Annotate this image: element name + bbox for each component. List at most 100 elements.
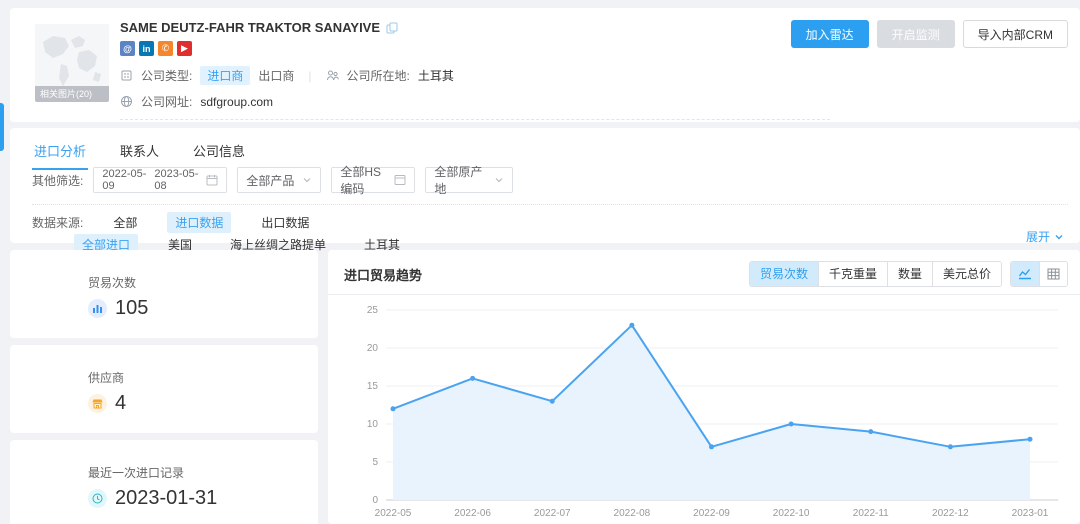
trend-chart-card: 进口贸易趋势 贸易次数 千克重量 数量 美元总价 0 5 10 15 20 25 2022-… <box>328 250 1080 524</box>
sidebar-accent-bar <box>0 103 4 151</box>
metric-usd-button[interactable]: 美元总价 <box>932 262 1001 286</box>
analysis-section-card: 进口分析 联系人 公司信息 其他筛选: 2022-05-09 2023-05-0… <box>10 128 1080 243</box>
youtube-icon[interactable]: ▶ <box>177 41 192 56</box>
building-icon <box>120 69 133 82</box>
x-tick-label: 2022-11 <box>853 508 889 519</box>
suppliers-label: 供应商 <box>88 369 318 386</box>
company-header-card: 相关图片(20) SAME DEUTZ-FAHR TRAKTOR SANAYIV… <box>10 8 1080 122</box>
tab-contacts[interactable]: 联系人 <box>118 132 161 170</box>
dashed-divider <box>120 119 830 120</box>
source-option-export[interactable]: 出口数据 <box>253 212 317 233</box>
chart-controls: 贸易次数 千克重量 数量 美元总价 <box>749 261 1068 287</box>
hs-code-select[interactable]: 全部HS编码 <box>331 167 415 193</box>
data-point <box>550 399 555 404</box>
data-point <box>470 376 475 381</box>
expand-toggle[interactable]: 展开 <box>1026 228 1064 245</box>
importer-tag: 进口商 <box>200 66 250 85</box>
x-tick-label: 2023-01 <box>1012 508 1049 519</box>
data-point <box>868 429 873 434</box>
metric-trades-button[interactable]: 贸易次数 <box>750 262 818 286</box>
area-fill <box>393 325 1030 500</box>
data-point <box>948 444 953 449</box>
x-tick-label: 2022-12 <box>932 508 969 519</box>
stat-card-suppliers: 供应商 4 <box>10 345 318 433</box>
chart-title: 进口贸易趋势 <box>344 265 422 284</box>
divider-pipe: | <box>308 69 311 83</box>
date-start-value: 2022-05-09 <box>102 168 148 192</box>
product-select[interactable]: 全部产品 <box>237 167 321 193</box>
metric-quantity-button[interactable]: 数量 <box>887 262 932 286</box>
email-icon[interactable]: @ <box>120 41 135 56</box>
x-tick-label: 2022-08 <box>614 508 651 519</box>
product-select-value: 全部产品 <box>246 172 294 189</box>
dotted-divider <box>32 204 1068 205</box>
x-tick-label: 2022-06 <box>454 508 491 519</box>
x-tick-label: 2022-07 <box>534 508 571 519</box>
tab-import-analysis[interactable]: 进口分析 <box>32 132 88 170</box>
related-images-thumbnail[interactable]: 相关图片(20) <box>35 24 109 102</box>
data-point <box>629 323 634 328</box>
y-tick-label: 5 <box>372 457 378 468</box>
copy-icon[interactable] <box>386 22 398 34</box>
stat-card-trades: 贸易次数 105 <box>10 250 318 338</box>
chevron-down-icon <box>1054 232 1064 242</box>
data-point <box>789 422 794 427</box>
origin-select[interactable]: 全部原产地 <box>425 167 513 193</box>
source-option-all[interactable]: 全部 <box>105 212 145 233</box>
date-end-value: 2023-05-08 <box>154 168 200 192</box>
globe-icon <box>120 95 133 108</box>
y-tick-label: 15 <box>367 381 379 392</box>
bar-chart-icon <box>88 299 107 318</box>
linkedin-icon[interactable]: in <box>139 41 154 56</box>
phone-icon[interactable]: ✆ <box>158 41 173 56</box>
chevron-down-icon <box>302 175 312 185</box>
expand-label: 展开 <box>1026 228 1050 245</box>
chart-header-divider <box>328 294 1080 295</box>
date-range-picker[interactable]: 2022-05-09 2023-05-08 <box>93 167 227 193</box>
filter-row: 其他筛选: 2022-05-09 2023-05-08 全部产品 全部HS编码 <box>32 167 513 193</box>
y-tick-label: 10 <box>367 419 379 430</box>
suppliers-value: 4 <box>115 392 126 415</box>
import-crm-button[interactable]: 导入内部CRM <box>963 20 1068 48</box>
location-label: 公司所在地: <box>347 67 410 84</box>
social-links: @ in ✆ ▶ <box>120 41 830 56</box>
calendar-icon <box>206 174 218 186</box>
trades-value: 105 <box>115 297 148 320</box>
tab-company-info[interactable]: 公司信息 <box>191 132 247 170</box>
hs-code-value: 全部HS编码 <box>340 163 388 197</box>
header-actions: 加入雷达 开启监测 导入内部CRM <box>791 20 1068 48</box>
source-option-import[interactable]: 进口数据 <box>167 212 231 233</box>
chevron-down-icon <box>494 175 504 185</box>
start-monitoring-button[interactable]: 开启监测 <box>877 20 955 48</box>
company-profile-page: 相关图片(20) SAME DEUTZ-FAHR TRAKTOR SANAYIV… <box>0 0 1080 524</box>
data-source-row: 数据来源: 全部 进口数据 出口数据 <box>32 212 317 233</box>
location-icon <box>326 69 339 82</box>
clock-icon <box>88 489 107 508</box>
stat-card-last-import: 最近一次进口记录 2023-01-31 <box>10 440 318 524</box>
y-tick-label: 25 <box>367 305 379 316</box>
x-tick-label: 2022-09 <box>693 508 730 519</box>
tab-bar: 进口分析 联系人 公司信息 <box>32 132 247 170</box>
metric-weight-button[interactable]: 千克重量 <box>818 262 887 286</box>
y-tick-label: 0 <box>372 495 378 506</box>
line-chart-view-icon[interactable] <box>1011 262 1039 286</box>
website-value[interactable]: sdfgroup.com <box>200 95 273 109</box>
table-view-icon[interactable] <box>1039 262 1067 286</box>
related-images-label[interactable]: 相关图片(20) <box>35 86 109 102</box>
data-point <box>709 444 714 449</box>
join-radar-button[interactable]: 加入雷达 <box>791 20 869 48</box>
company-type-label: 公司类型: <box>141 67 192 84</box>
last-import-value: 2023-01-31 <box>115 487 217 510</box>
location-value: 土耳其 <box>418 67 454 84</box>
x-tick-label: 2022-05 <box>375 508 412 519</box>
data-point <box>1028 437 1033 442</box>
x-tick-label: 2022-10 <box>773 508 810 519</box>
view-toggle-group <box>1010 261 1068 287</box>
company-name: SAME DEUTZ-FAHR TRAKTOR SANAYIVE <box>120 20 380 35</box>
trend-area-chart[interactable]: 0 5 10 15 20 25 2022-05 2022-06 2022-07 2022-08 20… <box>338 300 1070 522</box>
data-point <box>391 406 396 411</box>
trades-label: 贸易次数 <box>88 274 318 291</box>
exporter-tag: 出口商 <box>258 67 294 84</box>
y-tick-label: 20 <box>367 343 379 354</box>
store-icon <box>88 394 107 413</box>
